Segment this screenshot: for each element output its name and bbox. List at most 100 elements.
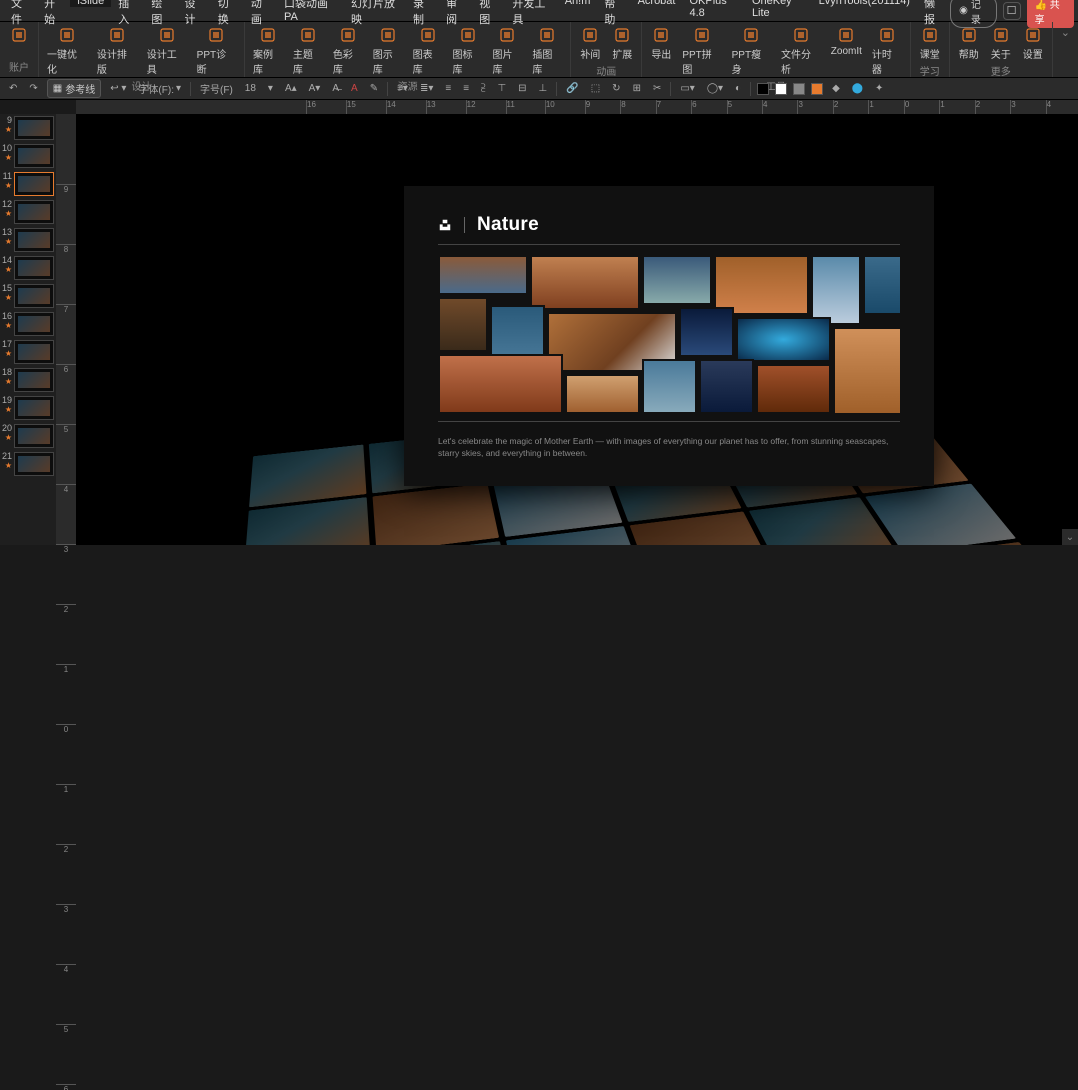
menu-OKPlus 4.8[interactable]: OKPlus 4.8 bbox=[682, 0, 744, 19]
align-mid-button[interactable]: ⊟ bbox=[515, 83, 529, 94]
shape-outline-button[interactable]: ◯▾ bbox=[704, 83, 726, 94]
align-center-button[interactable]: ≡ bbox=[460, 83, 472, 94]
highlight-button[interactable]: ✎ bbox=[367, 83, 381, 94]
divider-line bbox=[438, 244, 900, 245]
ribbon-设置[interactable]: 设置 bbox=[1018, 24, 1048, 63]
plugin-icon-2[interactable]: ⬤ bbox=[849, 83, 866, 94]
color-black[interactable] bbox=[757, 83, 769, 95]
ribbon-group-更多: 帮助关于设置更多 bbox=[950, 22, 1053, 77]
color-white[interactable] bbox=[775, 83, 787, 95]
clear-format-button[interactable]: A̶ bbox=[329, 83, 342, 94]
ribbon-collapse-button[interactable]: ⌄ bbox=[1053, 22, 1078, 77]
thumbnail-18[interactable]: 18★ bbox=[2, 368, 54, 392]
plugin-icon-1[interactable]: ◆ bbox=[829, 83, 843, 94]
ribbon-图片库[interactable]: 图片库 bbox=[488, 24, 526, 78]
ribbon-group-动画: 补间扩展动画 bbox=[571, 22, 642, 77]
slide-canvas[interactable]: Nature bbox=[76, 114, 1078, 545]
menu-OneKey Lite[interactable]: OneKey Lite bbox=[745, 0, 812, 19]
undo-button[interactable]: ↶ bbox=[6, 83, 20, 94]
ribbon-插图库[interactable]: 插图库 bbox=[528, 24, 566, 78]
thumbnail-9[interactable]: 9★ bbox=[2, 116, 54, 140]
ribbon-计时器[interactable]: 计时器 bbox=[868, 24, 906, 78]
ribbon-图标库[interactable]: 图标库 bbox=[449, 24, 487, 78]
align-dist-button[interactable]: ⫔ bbox=[478, 83, 488, 94]
decrease-font-button[interactable]: A▾ bbox=[306, 83, 324, 94]
align-top-button[interactable]: ⊤ bbox=[494, 83, 509, 94]
font-size-input[interactable]: 18 bbox=[242, 83, 259, 94]
menu-iSlide[interactable]: iSlide bbox=[70, 0, 111, 7]
photo-collage bbox=[438, 255, 900, 415]
ribbon-案例库[interactable]: 案例库 bbox=[249, 24, 287, 78]
ribbon-group-资源: 案例库主题库色彩库图示库图表库图标库图片库插图库资源 bbox=[245, 22, 571, 77]
ribbon: 账户一键优化设计排版设计工具PPT诊断设计案例库主题库色彩库图示库图表库图标库图… bbox=[0, 22, 1078, 78]
thumbnail-10[interactable]: 10★ bbox=[2, 144, 54, 168]
ribbon-图示库[interactable]: 图示库 bbox=[369, 24, 407, 78]
arrange-button[interactable]: ⬚ bbox=[588, 83, 603, 94]
thumbnail-12[interactable]: 12★ bbox=[2, 200, 54, 224]
horizontal-ruler: 1615141312111098765432101234567891011121… bbox=[76, 100, 1078, 114]
effects-button[interactable]: ◐ bbox=[732, 83, 744, 94]
thumbnail-17[interactable]: 17★ bbox=[2, 340, 54, 364]
ribbon-文件分析[interactable]: 文件分析 bbox=[777, 24, 825, 78]
ribbon-主题库[interactable]: 主题库 bbox=[289, 24, 327, 78]
thumbnail-20[interactable]: 20★ bbox=[2, 424, 54, 448]
thumbnail-14[interactable]: 14★ bbox=[2, 256, 54, 280]
ribbon-设计排版[interactable]: 设计排版 bbox=[93, 24, 141, 78]
thumbnail-11[interactable]: 11★ bbox=[2, 172, 54, 196]
formatting-toolbar: ↶ ↷ ▦ 参考线 ↩ ▾ 字体(F): ▾ 字号(F) 18 ▾ A▴ A▾ … bbox=[0, 78, 1078, 100]
ribbon-色彩库[interactable]: 色彩库 bbox=[329, 24, 367, 78]
shape-fill-button[interactable]: ▭▾ bbox=[677, 83, 697, 94]
group-button[interactable]: ⊞ bbox=[630, 83, 644, 94]
slide-thumbnail-panel[interactable]: 9★ 10★ 11★ 12★ 13★ 14★ 15★ 16★ 17★ 18★ 19★ 20★ 21★ bbox=[0, 114, 56, 545]
ribbon-扩展[interactable]: 扩展 bbox=[607, 24, 637, 63]
ribbon-group-账户: 账户 bbox=[0, 22, 39, 77]
history-button[interactable]: ↩ ▾ bbox=[107, 83, 129, 94]
redo-button[interactable]: ↷ bbox=[26, 83, 40, 94]
ribbon-导出[interactable]: 导出 bbox=[646, 24, 676, 63]
thumbnail-19[interactable]: 19★ bbox=[2, 396, 54, 420]
ribbon-account[interactable] bbox=[4, 24, 34, 48]
ribbon-补间[interactable]: 补间 bbox=[575, 24, 605, 63]
link-button[interactable]: 🔗 bbox=[563, 83, 581, 94]
expand-chevron[interactable]: ⌄ bbox=[1062, 529, 1078, 545]
align-left-button[interactable]: ≡ bbox=[442, 83, 454, 94]
menu-Acrobat[interactable]: Acrobat bbox=[631, 0, 683, 7]
ribbon-PPT瘦身[interactable]: PPT瘦身 bbox=[728, 24, 775, 78]
align-bot-button[interactable]: ⊥ bbox=[536, 83, 551, 94]
ribbon-设计工具[interactable]: 设计工具 bbox=[143, 24, 191, 78]
active-slide[interactable]: Nature bbox=[404, 186, 934, 486]
divider-line-2 bbox=[438, 421, 900, 422]
ribbon-帮助[interactable]: 帮助 bbox=[954, 24, 984, 63]
font-dropdown[interactable]: 字体(F): ▾ bbox=[135, 81, 184, 96]
ribbon-PPT拼图[interactable]: PPT拼图 bbox=[678, 24, 725, 78]
reference-line-button[interactable]: ▦ 参考线 bbox=[47, 79, 101, 98]
plugin-icon-3[interactable]: ✦ bbox=[872, 83, 886, 94]
font-color-button[interactable]: A bbox=[348, 83, 361, 94]
ribbon-关于[interactable]: 关于 bbox=[986, 24, 1016, 63]
bullets-button[interactable]: ≡▾ bbox=[394, 83, 411, 94]
ribbon-PPT诊断[interactable]: PPT诊断 bbox=[193, 24, 240, 78]
thumbnail-21[interactable]: 21★ bbox=[2, 452, 54, 476]
menu-An!m[interactable]: An!m bbox=[558, 0, 598, 7]
rotate-button[interactable]: ↻ bbox=[609, 83, 623, 94]
ribbon-group-学习: 课堂学习 bbox=[911, 22, 950, 77]
thumbnail-15[interactable]: 15★ bbox=[2, 284, 54, 308]
ribbon-课堂[interactable]: 课堂 bbox=[915, 24, 945, 63]
unsplash-icon bbox=[438, 218, 452, 232]
color-gray[interactable] bbox=[793, 83, 805, 95]
menu-口袋动画 PA[interactable]: 口袋动画 PA bbox=[277, 0, 344, 23]
font-size-dropdown[interactable]: ▾ bbox=[265, 83, 276, 94]
menu-LvyhTools(201114)[interactable]: LvyhTools(201114) bbox=[812, 0, 917, 7]
comment-button[interactable]: ☐ bbox=[1003, 2, 1021, 20]
numbering-button[interactable]: ≣▾ bbox=[417, 83, 436, 94]
ribbon-图表库[interactable]: 图表库 bbox=[409, 24, 447, 78]
ribbon-ZoomIt[interactable]: ZoomIt bbox=[827, 24, 866, 59]
slide-title: Nature bbox=[477, 214, 539, 236]
ribbon-group-设计: 一键优化设计排版设计工具PPT诊断设计 bbox=[39, 22, 245, 77]
thumbnail-16[interactable]: 16★ bbox=[2, 312, 54, 336]
color-orange[interactable] bbox=[811, 83, 823, 95]
ribbon-一键优化[interactable]: 一键优化 bbox=[43, 24, 91, 78]
increase-font-button[interactable]: A▴ bbox=[282, 83, 300, 94]
thumbnail-13[interactable]: 13★ bbox=[2, 228, 54, 252]
crop-button[interactable]: ✂ bbox=[650, 83, 664, 94]
